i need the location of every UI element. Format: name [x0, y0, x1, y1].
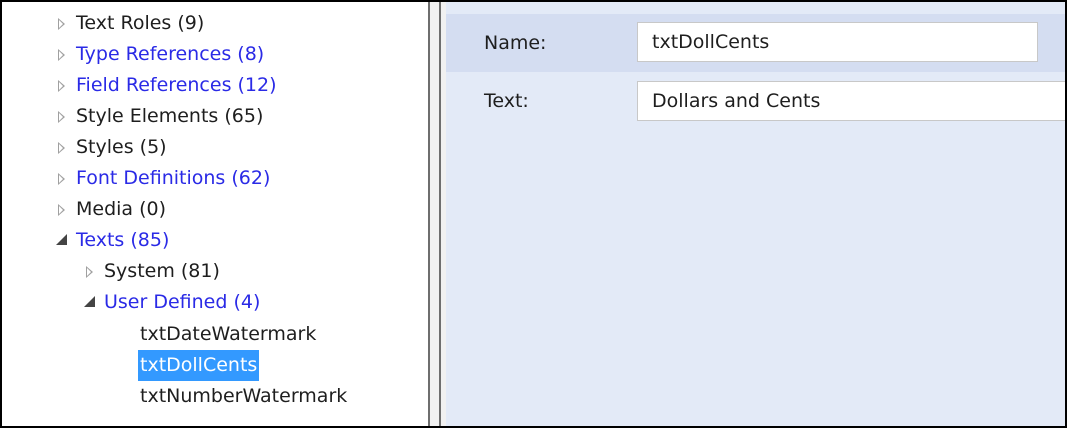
name-input[interactable] — [637, 22, 1038, 62]
expand-arrow-icon[interactable] — [80, 256, 102, 287]
expand-arrow-icon[interactable] — [52, 194, 74, 225]
tree-item-media[interactable]: Media (0) — [52, 194, 168, 225]
tree-item-label: txtDollCents — [138, 350, 260, 381]
expand-arrow-icon[interactable] — [52, 163, 74, 194]
tree-item-system[interactable]: System (81) — [80, 256, 222, 287]
text-label: Text: — [484, 90, 529, 112]
tree-item-texts[interactable]: Texts (85) — [52, 225, 171, 256]
tree-item-styles[interactable]: Styles (5) — [52, 132, 169, 163]
tree-item-label: Media (0) — [76, 198, 167, 220]
name-property-row: Name: — [446, 14, 1065, 72]
expand-arrow-icon[interactable] — [52, 8, 74, 39]
expand-arrow-icon[interactable] — [52, 70, 74, 101]
expand-arrow-icon[interactable] — [52, 132, 74, 163]
tree-item-text-roles[interactable]: Text Roles (9) — [52, 8, 206, 39]
tree-item-label: Texts (85) — [76, 229, 170, 251]
tree-item-label: Type References (8) — [76, 43, 265, 65]
tree-item-label: System (81) — [104, 260, 220, 282]
tree-item-field-references[interactable]: Field References (12) — [52, 70, 279, 101]
tree-item-txtnumberwatermark[interactable]: txtNumberWatermark — [138, 381, 349, 412]
tree-item-label: Styles (5) — [76, 136, 167, 158]
splitter-line — [428, 2, 430, 426]
tree-item-user-defined[interactable]: User Defined (4) — [80, 287, 262, 318]
expand-arrow-icon[interactable] — [52, 39, 74, 70]
tree-item-label: Font Definitions (62) — [76, 167, 271, 189]
tree-item-label: User Defined (4) — [104, 291, 261, 313]
tree-item-font-definitions[interactable]: Font Definitions (62) — [52, 163, 272, 194]
tree-item-label: Style Elements (65) — [76, 105, 264, 127]
tree-item-txtdollcents[interactable]: txtDollCents — [138, 350, 260, 381]
resource-tree[interactable]: Text Roles (9) Type References (8) Field… — [2, 2, 428, 426]
tree-item-label: Text Roles (9) — [76, 12, 205, 34]
collapse-arrow-icon[interactable] — [80, 287, 102, 318]
tree-item-label: txtNumberWatermark — [140, 385, 348, 407]
name-label: Name: — [484, 32, 547, 54]
tree-item-label: Field References (12) — [76, 74, 277, 96]
tree-item-label: txtDateWatermark — [140, 323, 317, 345]
text-input[interactable] — [637, 81, 1065, 121]
properties-panel: Name: Text: — [446, 2, 1065, 426]
tree-item-txtdatewatermark[interactable]: txtDateWatermark — [138, 319, 318, 350]
editor-window: Text Roles (9) Type References (8) Field… — [0, 0, 1067, 428]
panel-splitter[interactable] — [428, 2, 446, 426]
splitter-line — [439, 2, 441, 426]
expand-arrow-icon[interactable] — [52, 101, 74, 132]
tree-item-style-elements[interactable]: Style Elements (65) — [52, 101, 265, 132]
collapse-arrow-icon[interactable] — [52, 225, 74, 256]
tree-item-type-references[interactable]: Type References (8) — [52, 39, 266, 70]
text-property-row: Text: — [446, 72, 1065, 130]
